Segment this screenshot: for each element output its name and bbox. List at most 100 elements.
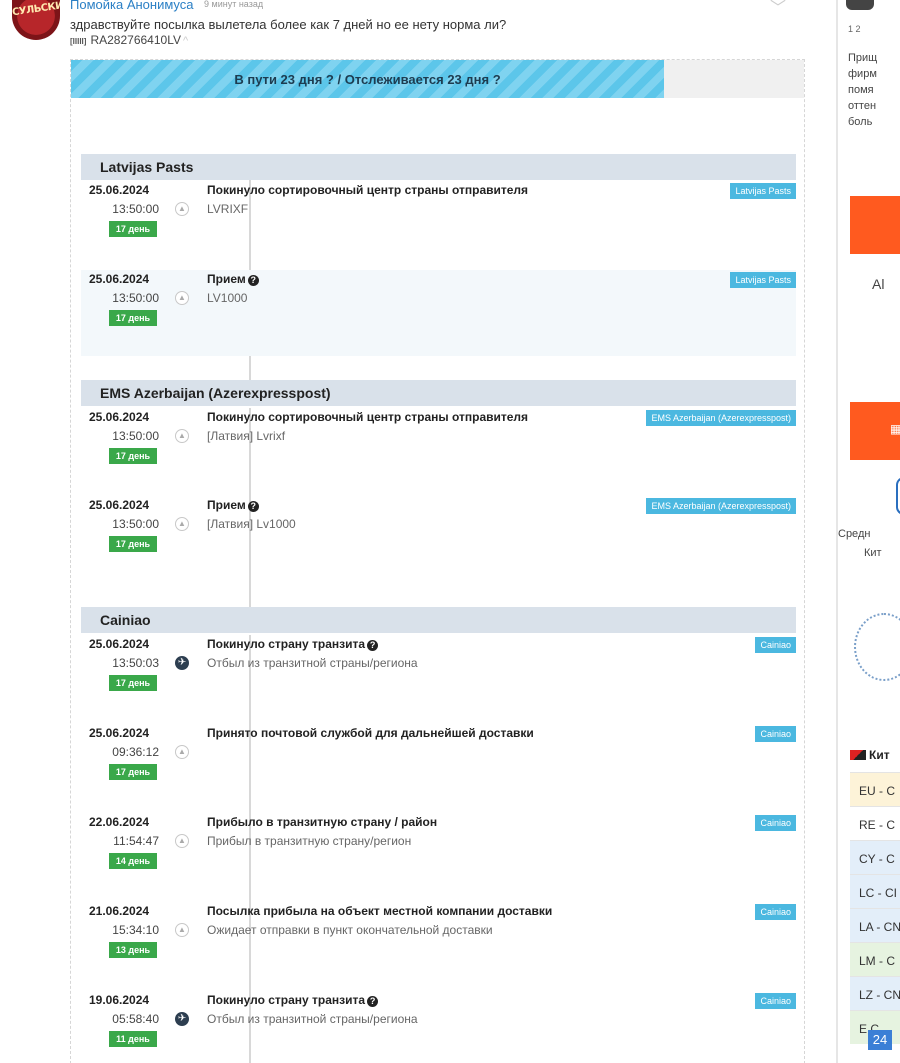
right-sidebar: 1 2 Прищ фирм помя оттен боль Al ▦ Средн… (838, 0, 900, 1063)
tracking-code[interactable]: RA282766410LV (90, 33, 181, 47)
event-title: Прибыло в транзитную страну / район (207, 815, 438, 829)
carrier-tag[interactable]: Cainiao (755, 637, 796, 653)
sidebar-sred-text: Средн (838, 528, 871, 540)
comment-text: здравствуйте посылка вылетела более как … (70, 17, 507, 32)
tracking-panel: В пути 23 дня ? / Отслеживается 23 дня ?… (70, 59, 805, 1063)
tracking-event: 25.06.2024 13:50:00 17 день ▲ Покинуло с… (81, 181, 796, 267)
sidebar-logo (846, 0, 874, 10)
help-icon[interactable]: ? (367, 640, 379, 651)
sidebar-table-title: Кит (850, 748, 890, 762)
carrier-tag[interactable]: EMS Azerbaijan (Azerexpresspost) (646, 410, 796, 426)
event-title: Покинуло сортировочный центр страны отпр… (207, 183, 529, 197)
day-badge: 17 день (109, 221, 157, 237)
sidebar-table-row[interactable]: EU - C (850, 772, 900, 806)
chevron-up-icon[interactable]: ^ (183, 35, 188, 47)
airplane-icon: ✈ (175, 1012, 189, 1026)
sidebar-table-row[interactable]: RE - C (850, 806, 900, 840)
carrier-tag[interactable]: Cainiao (755, 815, 796, 831)
event-time: 13:50:00 (112, 429, 159, 443)
event-location: LVRIXF (207, 202, 249, 216)
avatar-text: СУЛЬСКИ (12, 0, 60, 19)
china-flag-icon (850, 750, 866, 760)
tracking-code-line: [IIIII] RA282766410LV ^ (70, 33, 188, 47)
barcode-icon: [IIIII] (70, 37, 87, 46)
help-icon[interactable]: ? (367, 996, 379, 1007)
event-date: 22.06.2024 (89, 815, 150, 829)
tracking-event: 22.06.2024 11:54:47 14 день ▲ Прибыло в … (81, 813, 796, 899)
event-time: 13:50:00 (112, 202, 159, 216)
tracking-event: 25.06.2024 13:50:00 17 день ▲ Прием? [Ла… (81, 496, 796, 582)
sidebar-desc-line: боль (848, 116, 873, 128)
upu-emblem-icon (854, 613, 900, 681)
sidebar-desc-line: оттен (848, 100, 877, 112)
sidebar-page-nums[interactable]: 1 2 (848, 24, 861, 34)
group-header: Latvijas Pasts (81, 154, 796, 180)
day-badge: 17 день (109, 764, 157, 780)
group-header: Cainiao (81, 607, 796, 633)
event-time: 13:50:03 (112, 656, 159, 670)
event-title: Покинуло страну транзита? (207, 637, 379, 651)
day-badge: 14 день (109, 853, 157, 869)
carrier-tag[interactable]: Latvijas Pasts (730, 272, 796, 288)
help-icon[interactable]: ? (247, 275, 259, 286)
chevron-up-icon: ▲ (175, 834, 189, 848)
event-time: 11:54:47 (113, 834, 159, 848)
sidebar-desc-line: фирм (848, 68, 877, 80)
chevron-down-icon[interactable]: ﹀ (770, 0, 786, 18)
event-location: Прибыл в транзитную страну/регион (207, 834, 412, 848)
event-location: Ожидает отправки в пункт окончательной д… (207, 923, 493, 937)
event-title: Принято почтовой службой для дальнейшей … (207, 726, 534, 740)
event-title: Покинуло страну транзита? (207, 993, 379, 1007)
carrier-tag[interactable]: Cainiao (755, 726, 796, 742)
event-date: 25.06.2024 (89, 498, 150, 512)
chevron-up-icon: ▲ (175, 517, 189, 531)
event-title: Покинуло сортировочный центр страны отпр… (207, 410, 529, 424)
event-time: 15:34:10 (112, 923, 159, 937)
avatar[interactable]: СУЛЬСКИ (12, 0, 60, 40)
event-location: Отбыл из транзитной страны/региона (207, 656, 418, 670)
event-date: 25.06.2024 (89, 183, 150, 197)
chevron-up-icon: ▲ (175, 202, 189, 216)
event-title: Прием? (207, 498, 259, 512)
sidebar-icon-box (896, 477, 900, 515)
airplane-icon: ✈ (175, 656, 189, 670)
carrier-tag[interactable]: Latvijas Pasts (730, 183, 796, 199)
page-badge[interactable]: 24 (868, 1030, 892, 1050)
sidebar-table-row[interactable]: LZ - CN (850, 976, 900, 1010)
event-date: 21.06.2024 (89, 904, 150, 918)
event-date: 25.06.2024 (89, 726, 150, 740)
event-time: 13:50:00 (112, 291, 159, 305)
sidebar-table-row[interactable]: LC - CI (850, 874, 900, 908)
day-badge: 17 день (109, 675, 157, 691)
sidebar-table-row[interactable]: CY - C (850, 840, 900, 874)
carrier-tag[interactable]: Cainiao (755, 993, 796, 1009)
sidebar-table-row[interactable]: LM - C (850, 942, 900, 976)
day-badge: 11 день (109, 1031, 157, 1047)
chevron-up-icon: ▲ (175, 923, 189, 937)
sidebar-desc-line: помя (848, 84, 874, 96)
tracking-event: 25.06.2024 09:36:12 17 день ▲ Принято по… (81, 724, 796, 810)
sidebar-desc-line: Прищ (848, 52, 878, 64)
sidebar-calendar-button[interactable]: ▦ (850, 402, 900, 460)
chevron-up-icon: ▲ (175, 429, 189, 443)
event-date: 25.06.2024 (89, 272, 150, 286)
tracking-event: 19.06.2024 05:58:40 11 день ✈ Покинуло с… (81, 991, 796, 1063)
event-time: 09:36:12 (112, 745, 159, 759)
event-location: Отбыл из транзитной страны/региона (207, 1012, 418, 1026)
day-badge: 17 день (109, 536, 157, 552)
comment-author[interactable]: Помойка Анонимуса (70, 0, 194, 12)
day-badge: 13 день (109, 942, 157, 958)
carrier-tag[interactable]: Cainiao (755, 904, 796, 920)
event-date: 25.06.2024 (89, 410, 150, 424)
calendar-icon: ▦ (890, 422, 900, 436)
event-location: [Латвия] Lv1000 (207, 517, 296, 531)
comment-time: 9 минут назад (204, 0, 264, 9)
tracking-event: 25.06.2024 13:50:00 17 день ▲ Покинуло с… (81, 408, 796, 494)
sidebar-al-text: Al (872, 276, 885, 292)
carrier-tag[interactable]: EMS Azerbaijan (Azerexpresspost) (646, 498, 796, 514)
sidebar-table-row[interactable]: LA - CN (850, 908, 900, 942)
event-date: 25.06.2024 (89, 637, 150, 651)
help-icon[interactable]: ? (247, 501, 259, 512)
transit-banner-text: В пути 23 дня ? / Отслеживается 23 дня ? (234, 72, 501, 87)
sidebar-orange-banner[interactable] (850, 196, 900, 254)
